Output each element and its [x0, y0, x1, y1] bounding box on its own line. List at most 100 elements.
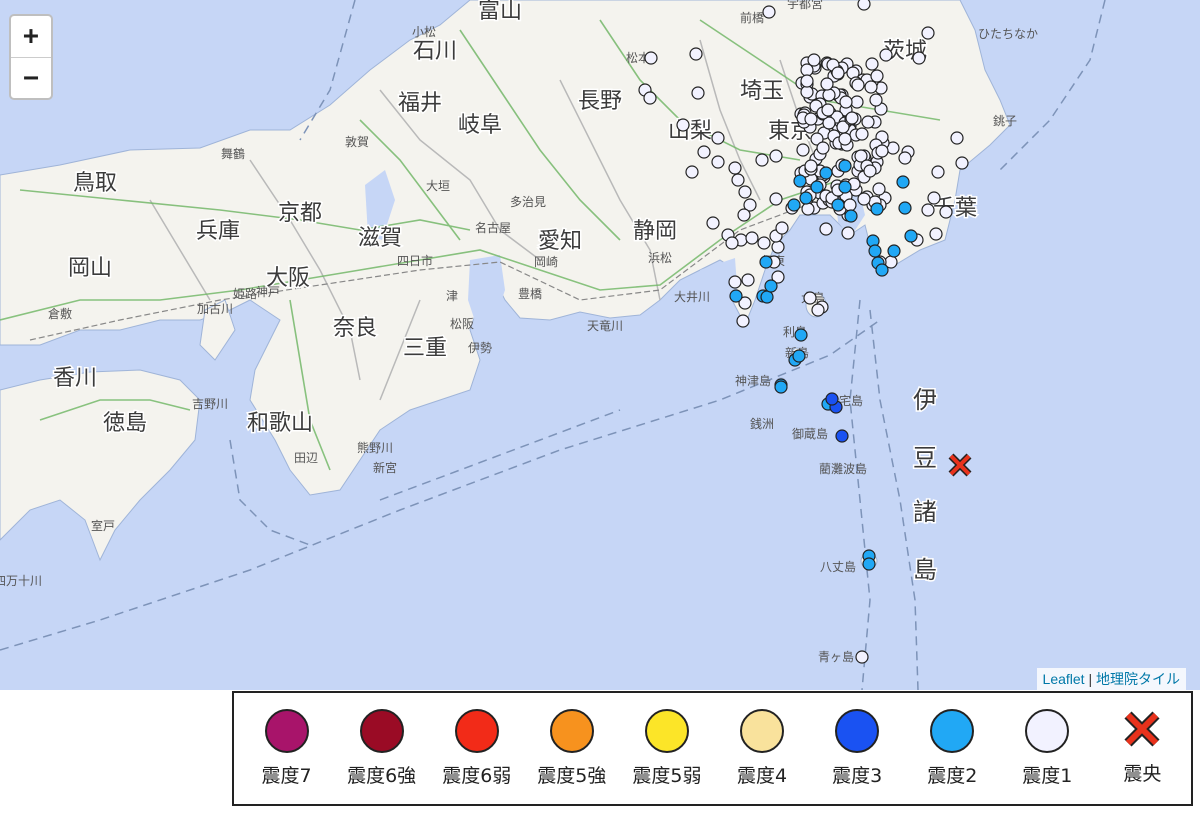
intensity1-marker[interactable]: [912, 51, 926, 65]
intensity2-marker[interactable]: [760, 290, 774, 304]
intensity2-marker[interactable]: [862, 557, 876, 571]
intensity1-marker[interactable]: [643, 91, 657, 105]
intensity2-marker[interactable]: [793, 174, 807, 188]
intensity1-marker[interactable]: [711, 155, 725, 169]
intensity1-marker[interactable]: [898, 151, 912, 165]
intensity1-marker[interactable]: [838, 132, 852, 146]
intensity1-marker[interactable]: [955, 156, 969, 170]
intensity2-marker[interactable]: [729, 289, 743, 303]
intensity1-marker[interactable]: [863, 164, 877, 178]
intensity3-marker[interactable]: [835, 429, 849, 443]
intensity1-marker[interactable]: [921, 26, 935, 40]
intensity1-marker[interactable]: [869, 93, 883, 107]
intensity1-marker[interactable]: [711, 131, 725, 145]
intensity1-marker[interactable]: [839, 95, 853, 109]
intensity1-marker[interactable]: [801, 202, 815, 216]
zoom-in-button[interactable]: +: [11, 16, 51, 58]
intensity1-marker[interactable]: [691, 86, 705, 100]
intensity1-marker[interactable]: [728, 161, 742, 175]
intensity1-marker[interactable]: [706, 216, 720, 230]
intensity1-marker[interactable]: [803, 291, 817, 305]
intensity1-marker[interactable]: [927, 191, 941, 205]
intensity1-marker[interactable]: [822, 88, 836, 102]
intensity1-marker[interactable]: [879, 48, 893, 62]
intensity1-marker[interactable]: [865, 57, 879, 71]
gsi-tiles-link[interactable]: 地理院タイル: [1096, 671, 1180, 687]
intensity2-marker[interactable]: [904, 229, 918, 243]
intensity1-marker[interactable]: [804, 159, 818, 173]
leaflet-link[interactable]: Leaflet: [1043, 671, 1085, 687]
intensity1-marker[interactable]: [685, 165, 699, 179]
intensity2-marker[interactable]: [870, 202, 884, 216]
intensity2-marker[interactable]: [799, 191, 813, 205]
intensity1-marker[interactable]: [855, 127, 869, 141]
intensity1-marker[interactable]: [811, 303, 825, 317]
intensity1-marker[interactable]: [800, 63, 814, 77]
intensity1-marker[interactable]: [775, 221, 789, 235]
intensity1-marker[interactable]: [676, 118, 690, 132]
intensity2-marker[interactable]: [774, 380, 788, 394]
intensity1-marker[interactable]: [870, 69, 884, 83]
map-view[interactable]: 富山 石川 小松 福井 岐阜 長野 松本 埼玉 山梨 東京 千葉 茨城 ひたちなか 銚子 前橋 宇都宮 鳥取 京都…: [0, 0, 1200, 690]
intensity1-marker[interactable]: [857, 192, 871, 206]
intensity1-marker[interactable]: [851, 78, 865, 92]
intensity1-marker[interactable]: [769, 149, 783, 163]
intensity2-marker[interactable]: [875, 263, 889, 277]
intensity1-marker[interactable]: [820, 77, 834, 91]
intensity1-marker[interactable]: [821, 103, 835, 117]
intensity1-marker[interactable]: [800, 74, 814, 88]
intensity1-marker[interactable]: [771, 240, 785, 254]
intensity1-marker[interactable]: [857, 0, 871, 11]
intensity1-marker[interactable]: [728, 275, 742, 289]
intensity1-marker[interactable]: [800, 85, 814, 99]
intensity1-marker[interactable]: [762, 5, 776, 19]
intensity1-marker[interactable]: [731, 173, 745, 187]
intensity1-marker[interactable]: [845, 111, 859, 125]
intensity1-marker[interactable]: [736, 314, 750, 328]
intensity2-marker[interactable]: [896, 175, 910, 189]
intensity1-marker[interactable]: [864, 80, 878, 94]
intensity1-marker[interactable]: [950, 131, 964, 145]
intensity2-marker[interactable]: [838, 180, 852, 194]
intensity1-marker[interactable]: [875, 144, 889, 158]
intensity1-marker[interactable]: [816, 141, 830, 155]
intensity1-marker[interactable]: [697, 145, 711, 159]
intensity2-marker[interactable]: [792, 349, 806, 363]
intensity1-marker[interactable]: [931, 165, 945, 179]
intensity2-marker[interactable]: [810, 180, 824, 194]
intensity1-marker[interactable]: [741, 273, 755, 287]
intensity2-marker[interactable]: [898, 201, 912, 215]
intensity2-marker[interactable]: [887, 244, 901, 258]
intensity1-marker[interactable]: [855, 650, 869, 664]
intensity1-marker[interactable]: [831, 66, 845, 80]
intensity1-marker[interactable]: [939, 205, 953, 219]
intensity1-marker[interactable]: [819, 222, 833, 236]
intensity1-marker[interactable]: [738, 185, 752, 199]
intensity1-marker[interactable]: [725, 236, 739, 250]
intensity2-marker[interactable]: [838, 159, 852, 173]
intensity1-marker[interactable]: [804, 112, 818, 126]
intensity1-marker[interactable]: [841, 226, 855, 240]
intensity2-marker[interactable]: [794, 328, 808, 342]
intensity1-marker[interactable]: [644, 51, 658, 65]
intensity1-marker[interactable]: [921, 203, 935, 217]
intensity2-marker[interactable]: [759, 255, 773, 269]
intensity2-marker[interactable]: [787, 198, 801, 212]
intensity2-marker[interactable]: [764, 279, 778, 293]
intensity1-marker[interactable]: [745, 231, 759, 245]
intensity1-marker[interactable]: [769, 192, 783, 206]
intensity1-marker[interactable]: [872, 182, 886, 196]
zoom-out-button[interactable]: −: [11, 58, 51, 99]
intensity1-marker[interactable]: [861, 115, 875, 129]
intensity1-marker[interactable]: [796, 143, 810, 157]
intensity1-marker[interactable]: [850, 95, 864, 109]
intensity1-marker[interactable]: [929, 227, 943, 241]
intensity1-marker[interactable]: [757, 236, 771, 250]
intensity2-marker[interactable]: [868, 244, 882, 258]
intensity1-marker[interactable]: [755, 153, 769, 167]
intensity2-marker[interactable]: [819, 166, 833, 180]
intensity1-marker[interactable]: [689, 47, 703, 61]
intensity2-marker[interactable]: [831, 198, 845, 212]
intensity1-marker[interactable]: [737, 208, 751, 222]
intensity1-marker[interactable]: [843, 198, 857, 212]
